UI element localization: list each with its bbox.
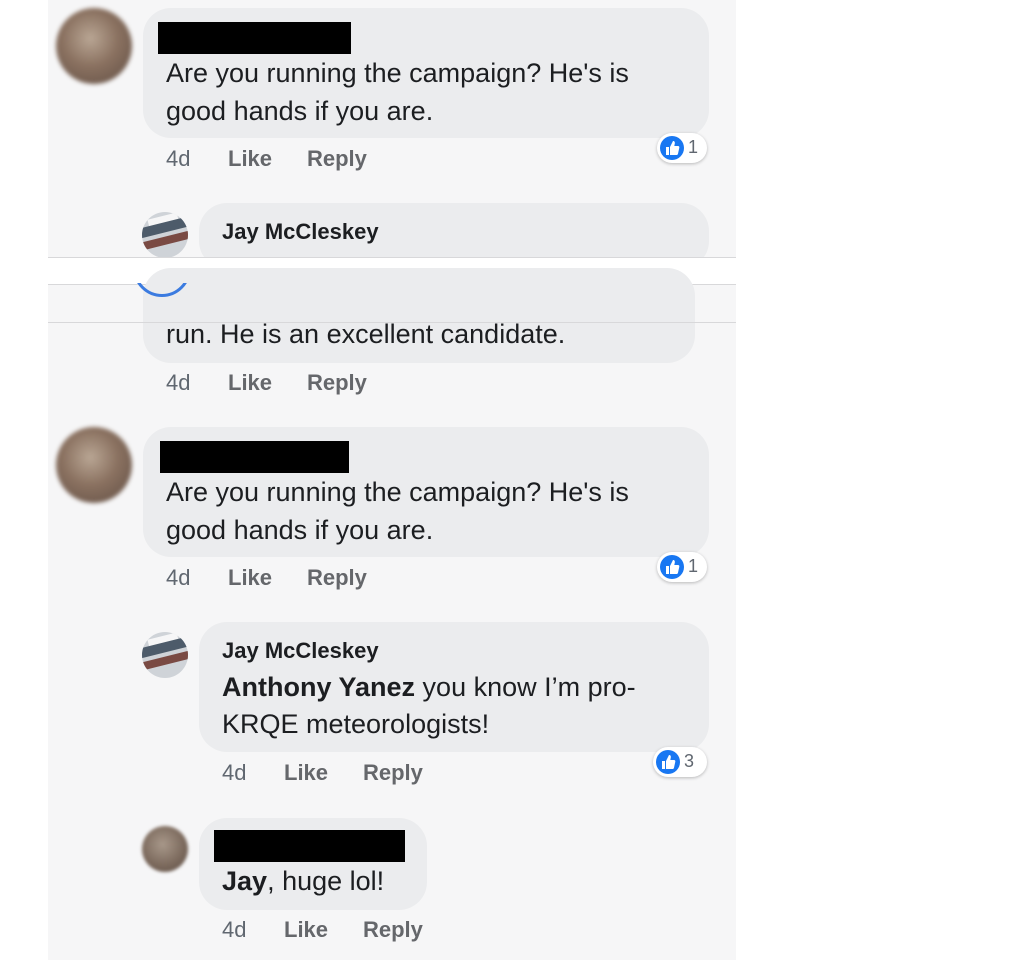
comment-text-line: good hands if you are. (166, 515, 434, 545)
reply-text-line: Anthony Yanez you know I’m pro- (222, 668, 636, 706)
reply-text-line: Jay, huge lol! (222, 862, 384, 900)
thumbs-up-icon (660, 136, 684, 160)
redacted-author-name (160, 441, 349, 473)
reaction-count-badge[interactable]: 1 (657, 552, 707, 582)
redacted-author-name (214, 830, 405, 862)
comment-text-line: good hands if you are. (166, 96, 434, 126)
like-link[interactable]: Like (284, 760, 328, 786)
like-link[interactable]: Like (228, 370, 272, 396)
reply-link[interactable]: Reply (307, 146, 367, 172)
reply-text-fragment: you know I’m pro- (415, 672, 636, 702)
redacted-author-name (158, 22, 351, 54)
commenter-avatar[interactable] (142, 826, 188, 872)
comment-text-line: Are you running the campaign? He's is (166, 58, 629, 88)
reply-link[interactable]: Reply (363, 917, 423, 943)
like-link[interactable]: Like (284, 917, 328, 943)
reply-text-line: run. He is an excellent candidate. (166, 319, 566, 349)
reaction-count: 3 (684, 751, 695, 771)
reply-author-name[interactable]: Jay McCleskey (222, 219, 379, 245)
reaction-count-badge[interactable]: 1 (657, 133, 707, 163)
comment-timestamp: 4d (166, 565, 191, 590)
reaction-count: 1 (688, 556, 699, 576)
reaction-count: 1 (688, 137, 699, 157)
commenter-avatar[interactable] (56, 8, 132, 84)
comment-timestamp: 4d (222, 917, 247, 942)
reply-author-name[interactable]: Jay McCleskey (222, 638, 379, 664)
reply-link[interactable]: Reply (363, 760, 423, 786)
like-link[interactable]: Like (228, 146, 272, 172)
comment-text-line: Are you running the campaign? He's is (166, 477, 629, 507)
thumbs-up-icon (656, 750, 680, 774)
mention-link[interactable]: Jay (222, 866, 267, 896)
reply-link[interactable]: Reply (307, 370, 367, 396)
thumbs-up-icon (660, 555, 684, 579)
jay-avatar[interactable] (142, 212, 188, 258)
jay-avatar[interactable] (142, 632, 188, 678)
partial-avatar (133, 283, 195, 299)
reply-text-line: KRQE meteorologists! (222, 709, 490, 739)
reaction-count-badge[interactable]: 3 (653, 747, 707, 777)
reply-text-fragment: , huge lol! (267, 866, 385, 896)
comment-timestamp: 4d (166, 370, 191, 395)
comment-timestamp: 4d (222, 760, 247, 785)
mention-link[interactable]: Anthony Yanez (222, 672, 415, 702)
reply-link[interactable]: Reply (307, 565, 367, 591)
commenter-avatar[interactable] (56, 427, 132, 503)
like-link[interactable]: Like (228, 565, 272, 591)
comment-timestamp: 4d (166, 146, 191, 171)
